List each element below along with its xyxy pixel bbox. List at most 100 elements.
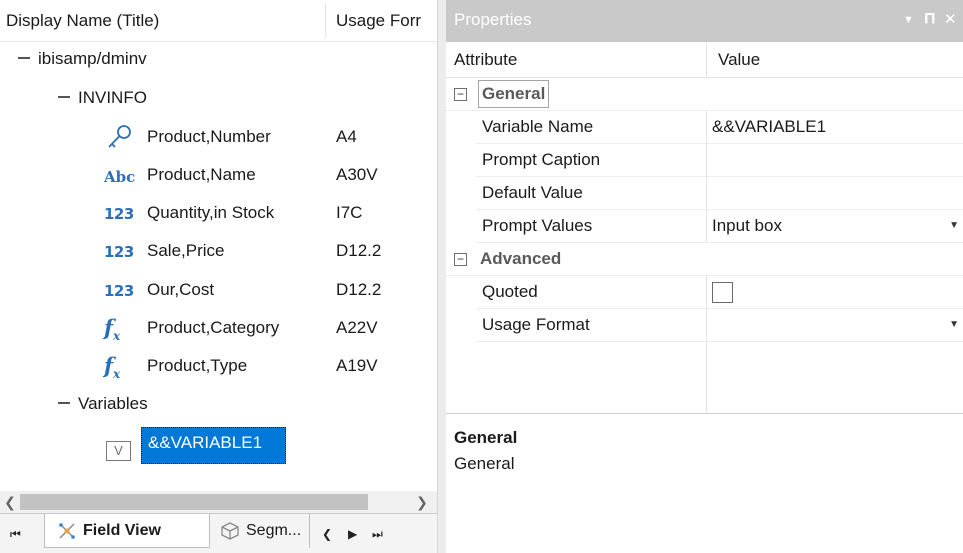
collapse-icon[interactable]: − (454, 253, 467, 266)
tree-node-variables[interactable]: Variables (58, 387, 148, 421)
cell-separator (706, 111, 707, 144)
column-separator[interactable] (706, 42, 707, 78)
dropdown-menu-icon[interactable]: ▼ (903, 0, 914, 40)
column-separator (706, 342, 707, 412)
panel-title: Properties (454, 10, 532, 29)
previous-tab-icon[interactable]: ❮ (322, 514, 332, 553)
field-row[interactable]: 123 Sale,Price D12.2 (0, 233, 437, 269)
property-description-pane: General General (446, 413, 963, 553)
field-format: A30V (336, 165, 378, 184)
horizontal-scrollbar[interactable]: ❮ ❯ (0, 491, 437, 513)
field-format: D12.2 (336, 280, 382, 299)
tree-node-label: INVINFO (78, 88, 147, 107)
property-row-default-value[interactable]: Default Value (476, 177, 963, 210)
tree-node-segment[interactable]: INVINFO (58, 81, 147, 115)
last-tab-icon[interactable]: ⏭ (372, 514, 383, 553)
scroll-right-icon[interactable]: ❯ (412, 491, 432, 513)
tab-field-view[interactable]: Field View (44, 514, 210, 548)
column-separator[interactable] (325, 4, 326, 38)
next-tab-icon[interactable]: ▶ (348, 514, 357, 553)
pin-icon[interactable]: 𝚷 (924, 0, 936, 40)
quoted-checkbox[interactable] (712, 282, 733, 303)
property-attribute: Default Value (482, 183, 583, 202)
numeric-123-icon: 123 (104, 205, 134, 223)
field-row[interactable]: Abc Product,Name A30V (0, 157, 437, 193)
segment-view-icon (220, 520, 240, 553)
property-grid: Attribute Value − General Variable Name … (446, 42, 963, 412)
cell-separator (706, 177, 707, 210)
description-title: General (454, 428, 518, 447)
collapse-icon[interactable]: − (454, 88, 467, 101)
field-row[interactable]: Product,Number A4 (0, 119, 437, 155)
description-text: General (454, 454, 515, 473)
tree-node-label: ibisamp/dminv (38, 49, 147, 68)
field-tree-panel: Display Name (Title) Usage Forr ibisamp/… (0, 0, 437, 553)
field-name: Sale,Price (147, 241, 225, 260)
column-header-display-name[interactable]: Display Name (Title) (6, 0, 324, 42)
category-general[interactable]: − General (446, 78, 963, 111)
cell-separator (706, 276, 707, 309)
field-name: Product,Type (147, 356, 248, 375)
field-name: Product,Category (147, 318, 280, 337)
function-fx-icon: fx (104, 315, 121, 344)
property-grid-header: Attribute Value (446, 42, 963, 78)
field-row[interactable]: 123 Our,Cost D12.2 (0, 272, 437, 308)
column-header-attribute[interactable]: Attribute (454, 42, 517, 78)
category-advanced[interactable]: − Advanced (446, 243, 963, 276)
collapse-icon[interactable] (18, 56, 30, 59)
column-header-usage-format[interactable]: Usage Forr (336, 0, 437, 42)
collapse-icon[interactable] (58, 95, 70, 98)
property-row-prompt-values[interactable]: Prompt Values Input box ▼ (476, 210, 963, 243)
field-format: A4 (336, 127, 357, 146)
property-attribute: Quoted (482, 282, 538, 301)
tree-column-header: Display Name (Title) Usage Forr (0, 0, 437, 42)
field-row[interactable]: fx Product,Category A22V (0, 310, 437, 346)
collapse-icon[interactable] (58, 401, 70, 404)
property-row-quoted[interactable]: Quoted (476, 276, 963, 309)
category-label: General (478, 80, 550, 108)
field-row[interactable]: 123 Quantity,in Stock I7C (0, 195, 437, 231)
view-tab-bar: ⏮ Field View Segm... ❮ ▶ ⏭ (0, 513, 437, 553)
property-attribute: Usage Format (482, 315, 590, 334)
property-row-variable-name[interactable]: Variable Name &&VARIABLE1 (476, 111, 963, 144)
property-row-usage-format[interactable]: Usage Format ▼ (476, 309, 963, 342)
field-name: Product,Name (147, 165, 256, 184)
panel-splitter[interactable] (437, 0, 446, 553)
properties-title-bar: Properties ▼ 𝚷 ✕ (446, 0, 963, 42)
field-format: A19V (336, 356, 378, 375)
tab-label: Segm... (246, 522, 302, 539)
tab-segment-view[interactable]: Segm... (212, 514, 310, 548)
variable-icon: V (106, 441, 131, 461)
field-view-icon (57, 520, 77, 553)
property-value[interactable]: &&VARIABLE1 (712, 111, 826, 143)
field-name: Our,Cost (147, 280, 215, 299)
column-header-value[interactable]: Value (718, 42, 760, 78)
function-fx-icon: fx (104, 353, 121, 382)
abc-text-icon: Abc (104, 168, 136, 186)
property-row-prompt-caption[interactable]: Prompt Caption (476, 144, 963, 177)
prompt-values-select[interactable]: Input box (712, 210, 782, 242)
tree-node-variable-selected[interactable]: &&VARIABLE1 (141, 427, 286, 464)
property-attribute: Variable Name (482, 117, 594, 136)
field-format: A22V (336, 318, 378, 337)
dropdown-arrow-icon[interactable]: ▼ (949, 309, 959, 341)
field-tree: ibisamp/dminv INVINFO Product,Number A4 … (0, 42, 437, 482)
scrollbar-thumb[interactable] (20, 494, 368, 510)
first-tab-icon[interactable]: ⏮ (10, 514, 21, 553)
field-row[interactable]: fx Product,Type A19V (0, 348, 437, 384)
cell-separator (706, 210, 707, 243)
field-name: Product,Number (147, 127, 271, 146)
tree-node-label: Variables (78, 394, 148, 413)
numeric-123-icon: 123 (104, 243, 134, 261)
scroll-left-icon[interactable]: ❮ (0, 491, 20, 513)
tree-node-root[interactable]: ibisamp/dminv (18, 42, 147, 76)
cell-separator (706, 144, 707, 177)
category-label: Advanced (480, 249, 562, 268)
property-attribute: Prompt Caption (482, 150, 601, 169)
cell-separator (706, 309, 707, 342)
property-attribute: Prompt Values (482, 216, 593, 235)
properties-panel: Properties ▼ 𝚷 ✕ Attribute Value − Gener… (446, 0, 963, 553)
dropdown-arrow-icon[interactable]: ▼ (949, 210, 959, 242)
close-icon[interactable]: ✕ (944, 0, 957, 40)
numeric-123-icon: 123 (104, 282, 134, 300)
